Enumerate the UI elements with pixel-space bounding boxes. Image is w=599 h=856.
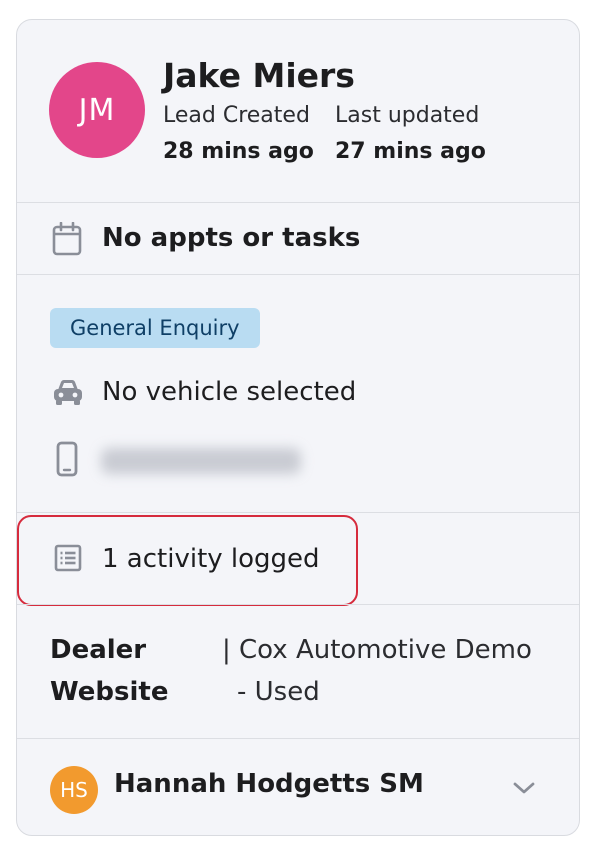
lead-created-label: Lead Created: [163, 103, 310, 128]
source-section: [17, 604, 579, 738]
vehicle-text[interactable]: No vehicle selected: [102, 377, 356, 407]
enquiry-type-badge: General Enquiry: [50, 308, 260, 348]
lead-avatar: JM: [49, 62, 145, 158]
last-updated-label: Last updated: [335, 103, 480, 128]
phone-number-redacted[interactable]: [101, 448, 301, 474]
owner-avatar: HS: [50, 766, 98, 814]
lead-created-value: 28 mins ago: [163, 139, 314, 164]
car-icon: [54, 380, 82, 405]
owner-name[interactable]: Hannah Hodgetts SM: [114, 769, 424, 799]
source-label-line1: Dealer: [50, 635, 147, 665]
lead-card: JM Jake Miers Lead Created Last updated …: [16, 19, 580, 836]
lead-name[interactable]: Jake Miers: [163, 56, 355, 95]
calendar-icon: [52, 222, 82, 256]
appointments-section[interactable]: No appts or tasks: [17, 202, 579, 274]
source-value-line2: - Used: [237, 677, 320, 707]
last-updated-value: 27 mins ago: [335, 139, 486, 164]
chevron-down-icon[interactable]: [510, 777, 538, 799]
source-value-line1: | Cox Automotive Demo: [222, 635, 532, 665]
appointments-text: No appts or tasks: [102, 223, 361, 253]
activity-highlight-box: [17, 515, 358, 606]
mobile-phone-icon: [56, 441, 78, 477]
source-label-line2: Website: [50, 677, 169, 707]
